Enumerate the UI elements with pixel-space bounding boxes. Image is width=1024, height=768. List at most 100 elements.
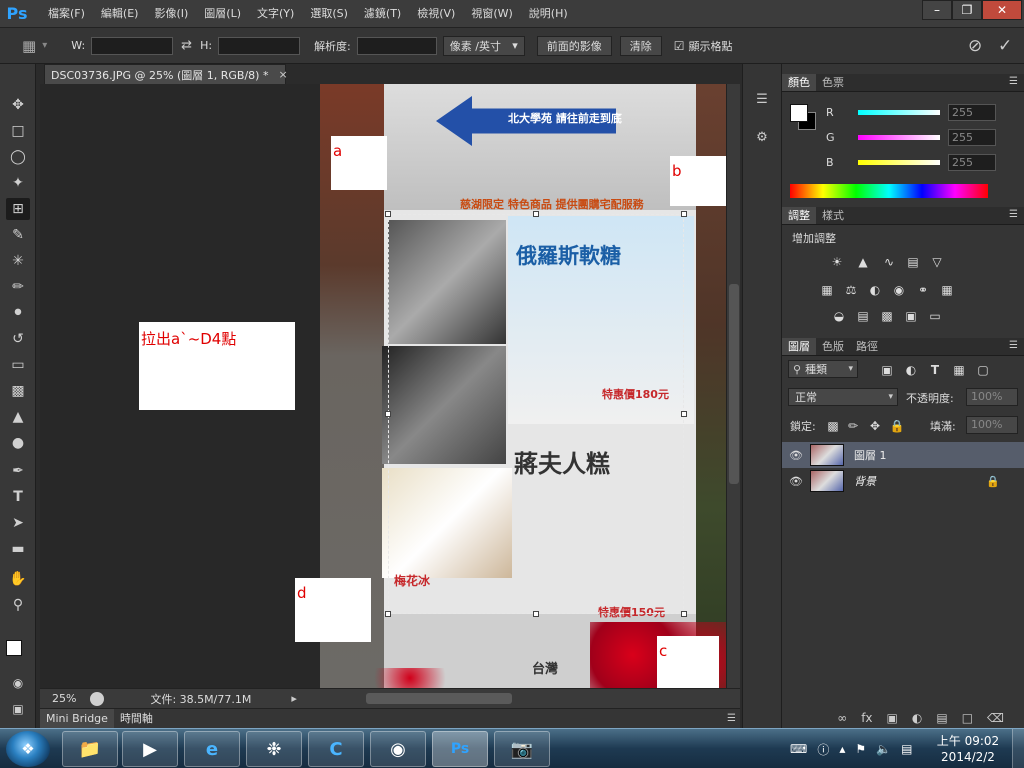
crop-handle[interactable] <box>681 611 687 617</box>
gradient-tool-icon[interactable]: ▩ <box>6 380 30 402</box>
link-icon[interactable]: ∞ <box>837 711 847 725</box>
horizontal-scrollbar[interactable] <box>302 689 740 709</box>
shape-tool-icon[interactable]: ▬ <box>6 538 30 560</box>
selective-color-icon[interactable]: ▣ <box>902 308 920 324</box>
eye-icon[interactable]: 👁 <box>782 449 810 462</box>
layer-filter-select[interactable]: ⚲ 種類 ▾ <box>788 360 858 378</box>
red-value[interactable]: 255 <box>948 103 996 121</box>
restore-button[interactable]: ❐ <box>952 0 982 20</box>
invert-icon[interactable]: ◒ <box>830 308 848 324</box>
green-value[interactable]: 255 <box>948 128 996 146</box>
menu-layer[interactable]: 圖層(L) <box>196 0 249 28</box>
crop-handle[interactable] <box>385 211 391 217</box>
filter-adjustment-icon[interactable]: ◐ <box>902 362 920 378</box>
crop-handle[interactable] <box>681 211 687 217</box>
threshold-icon[interactable]: ▩ <box>878 308 896 324</box>
black-white-icon[interactable]: ◐ <box>866 282 884 298</box>
zoom-level[interactable]: 25% <box>52 692 76 705</box>
resolution-input[interactable] <box>356 36 437 55</box>
keyboard-icon[interactable]: ⌨ <box>790 742 807 756</box>
eraser-tool-icon[interactable]: ▭ <box>6 354 30 376</box>
vertical-scrollbar[interactable] <box>726 84 740 688</box>
fx-icon[interactable]: fx <box>861 711 872 725</box>
menu-window[interactable]: 視窗(W) <box>463 0 520 28</box>
resolution-unit-select[interactable]: 像素 /英寸 ▾ <box>442 35 525 56</box>
channel-mixer-icon[interactable]: ⚭ <box>914 282 932 298</box>
crop-handle[interactable] <box>681 411 687 417</box>
camera-app-icon[interactable]: 📷 <box>494 731 550 767</box>
gradient-map-icon[interactable]: ▭ <box>926 308 944 324</box>
menu-image[interactable]: 影像(I) <box>146 0 196 28</box>
perspective-crop-icon[interactable]: ▦ <box>22 37 36 55</box>
path-selection-icon[interactable]: ➤ <box>6 512 30 534</box>
menu-file[interactable]: 檔案(F) <box>40 0 93 28</box>
scroll-thumb[interactable] <box>729 284 739 484</box>
photo-filter-icon[interactable]: ◉ <box>890 282 908 298</box>
move-tool-icon[interactable]: ✥ <box>6 94 30 116</box>
blue-value[interactable]: 255 <box>948 153 996 171</box>
hand-tool-icon[interactable]: ✋ <box>6 568 30 590</box>
color-balance-icon[interactable]: ⚖ <box>842 282 860 298</box>
swap-icon[interactable]: ⇄ <box>181 38 192 53</box>
marquee-tool-icon[interactable]: □ <box>6 120 30 142</box>
eyedropper-tool-icon[interactable]: ✎ <box>6 224 30 246</box>
panel-menu-icon[interactable]: ☰ <box>1009 209 1018 220</box>
ccleaner-icon[interactable]: C <box>308 731 364 767</box>
color-lookup-icon[interactable]: ▦ <box>938 282 956 298</box>
foreground-swatch[interactable] <box>790 104 808 122</box>
width-input[interactable] <box>91 36 174 55</box>
group-icon[interactable]: ▤ <box>936 711 947 725</box>
red-slider[interactable] <box>858 109 940 115</box>
mask-icon[interactable]: ▣ <box>887 711 898 725</box>
history-panel-icon[interactable]: ☰ <box>751 88 773 110</box>
menu-view[interactable]: 檢視(V) <box>409 0 463 28</box>
tab-layers[interactable]: 圖層 <box>782 338 816 355</box>
vibrance-icon[interactable]: ▽ <box>928 254 946 270</box>
tab-color[interactable]: 顏色 <box>782 74 816 91</box>
lock-image-icon[interactable]: ✏ <box>844 418 862 434</box>
filter-shape-icon[interactable]: ▦ <box>950 362 968 378</box>
history-brush-icon[interactable]: ↺ <box>6 328 30 350</box>
magic-wand-tool-icon[interactable]: ✦ <box>6 172 30 194</box>
adjustment-layer-icon[interactable]: ◐ <box>912 711 922 725</box>
menu-select[interactable]: 選取(S) <box>302 0 356 28</box>
pen-tool-icon[interactable]: ✒ <box>6 460 30 482</box>
crop-handle[interactable] <box>533 211 539 217</box>
commit-icon[interactable]: ✓ <box>998 36 1012 56</box>
crop-handle[interactable] <box>385 611 391 617</box>
explorer-icon[interactable]: 📁 <box>62 731 118 767</box>
new-layer-icon[interactable]: □ <box>962 711 973 725</box>
clear-button[interactable]: 清除 <box>619 35 662 56</box>
tab-timeline[interactable]: 時間軸 <box>114 709 159 729</box>
actions-panel-icon[interactable]: ⚙ <box>751 126 773 148</box>
close-window-button[interactable]: ✕ <box>982 0 1022 20</box>
panel-menu-icon[interactable]: ☰ <box>1009 76 1018 87</box>
status-arrow-icon[interactable]: ▸ <box>291 692 297 705</box>
clock[interactable]: 上午 09:02 2014/2/2 <box>928 733 1008 765</box>
canvas-area[interactable]: 北大學苑 請往前走到底 慈湖限定 特色商品 提供團購宅配服務 俄羅斯軟糖 特惠價… <box>40 84 740 688</box>
document-tab[interactable]: DSC03736.JPG @ 25% (圖層 1, RGB/8) * × <box>44 64 288 84</box>
foreground-color-swatch[interactable] <box>6 640 22 656</box>
media-player-icon[interactable]: ▶ <box>122 731 178 767</box>
screen-mode-icon[interactable]: ▣ <box>6 698 30 720</box>
internet-explorer-icon[interactable]: e <box>184 731 240 767</box>
lasso-tool-icon[interactable]: ◯ <box>6 146 30 168</box>
cancel-icon[interactable]: ⊘ <box>968 36 982 56</box>
opacity-input[interactable]: 100% <box>966 388 1018 406</box>
curves-icon[interactable]: ∿ <box>880 254 898 270</box>
crop-tool-icon[interactable]: ⊞ <box>6 198 30 220</box>
color-spectrum[interactable] <box>790 184 988 198</box>
filter-smart-icon[interactable]: ▢ <box>974 362 992 378</box>
color-wheel-app-icon[interactable]: ❉ <box>246 731 302 767</box>
type-tool-icon[interactable]: T <box>6 486 30 508</box>
flag-icon[interactable]: ⚑ <box>855 742 866 756</box>
chrome-icon[interactable]: ◉ <box>370 731 426 767</box>
show-grid-checkbox[interactable]: ☑ <box>674 39 685 53</box>
menu-type[interactable]: 文字(Y) <box>249 0 302 28</box>
hue-saturation-icon[interactable]: ▦ <box>818 282 836 298</box>
tab-swatches[interactable]: 色票 <box>816 74 850 91</box>
lock-position-icon[interactable]: ✥ <box>866 418 884 434</box>
eye-icon[interactable]: 👁 <box>782 475 810 488</box>
dodge-tool-icon[interactable]: ● <box>6 432 30 454</box>
tab-mini-bridge[interactable]: Mini Bridge <box>40 708 114 729</box>
